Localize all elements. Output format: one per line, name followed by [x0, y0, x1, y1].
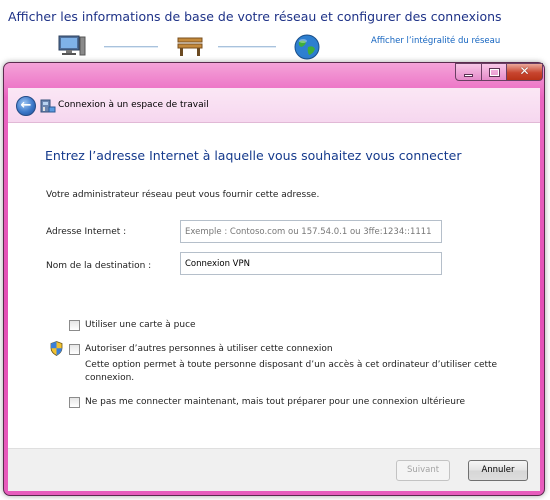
network-center-title: Afficher les informations de base de vot… [8, 9, 502, 24]
internet-address-input[interactable] [180, 220, 442, 243]
wizard-content: Entrez l’adresse Internet à laquelle vou… [8, 123, 540, 448]
wizard-header: ← Connexion à un espace de travail [8, 88, 540, 123]
smart-card-label[interactable]: Utiliser une carte à puce [85, 320, 196, 330]
connection-line-1 [104, 46, 158, 48]
allow-others-label[interactable]: Autoriser d’autres personnes à utiliser … [85, 344, 333, 354]
connect-later-label[interactable]: Ne pas me connecter maintenant, mais tou… [85, 397, 465, 407]
destination-name-input[interactable] [180, 252, 442, 275]
wizard-footer: Suivant Annuler [8, 448, 540, 491]
cancel-button[interactable]: Annuler [468, 460, 528, 481]
minimize-icon [464, 74, 473, 77]
close-button[interactable]: ✕ [506, 63, 543, 81]
allow-others-description: Cette option permet à toute personne dis… [85, 360, 498, 383]
bench-icon [177, 37, 203, 56]
page-heading: Entrez l’adresse Internet à laquelle vou… [45, 148, 462, 163]
connect-to-workplace-window: ✕ ← Connexion à un espace de travail Ent… [3, 62, 545, 496]
next-button[interactable]: Suivant [396, 460, 450, 481]
computer-icon [58, 35, 86, 56]
globe-icon [294, 34, 320, 60]
destination-name-label: Nom de la destination : [46, 261, 152, 271]
network-connection-icon [40, 99, 56, 113]
allow-others-checkbox[interactable] [69, 344, 80, 355]
security-shield-icon [50, 341, 63, 356]
back-arrow-icon: ← [20, 98, 32, 113]
view-full-map-link[interactable]: Afficher l’intégralité du réseau [371, 36, 500, 46]
maximize-button[interactable] [481, 63, 507, 81]
close-icon: ✕ [519, 64, 530, 78]
connection-line-2 [218, 46, 276, 48]
internet-address-label: Adresse Internet : [46, 227, 127, 237]
minimize-button[interactable] [455, 63, 482, 81]
wizard-title: Connexion à un espace de travail [58, 100, 209, 110]
connect-later-checkbox[interactable] [69, 397, 80, 408]
back-button[interactable]: ← [16, 96, 36, 116]
maximize-icon [488, 68, 500, 77]
info-text: Votre administrateur réseau peut vous fo… [46, 190, 320, 200]
smart-card-checkbox[interactable] [69, 320, 80, 331]
